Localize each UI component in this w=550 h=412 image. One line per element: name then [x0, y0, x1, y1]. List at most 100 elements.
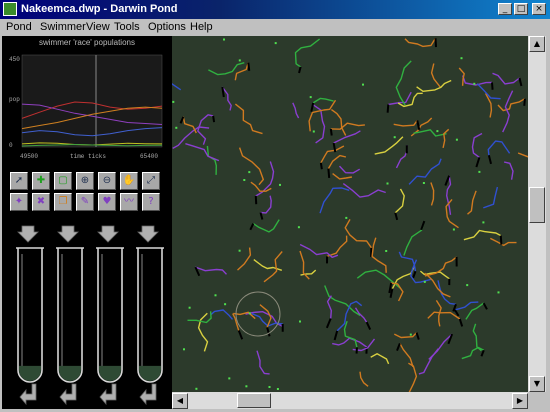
swimmer — [320, 145, 345, 164]
menu-swimmer[interactable]: Swimmer — [40, 21, 86, 33]
fit-view-icon[interactable]: ⤢ — [142, 172, 160, 190]
scroll-down-button[interactable]: ▼ — [529, 376, 545, 392]
swimmer-head — [412, 270, 417, 279]
kill-icon[interactable]: ✖ — [32, 193, 50, 211]
swimmer-head — [396, 343, 401, 351]
food-speck — [466, 284, 469, 287]
mate-icon[interactable]: ♥ — [98, 193, 116, 211]
help-icon[interactable]: ? — [142, 193, 160, 211]
add-swimmer-icon[interactable]: ✚ — [32, 172, 50, 190]
swimmer-head — [329, 128, 333, 136]
swimmer — [327, 154, 347, 169]
swimmer — [299, 243, 339, 258]
feed-icon[interactable]: ✦ — [10, 193, 28, 211]
swimmer — [197, 312, 209, 352]
vertical-scroll-thumb[interactable] — [529, 187, 545, 224]
food-speck — [299, 320, 301, 323]
menu-options[interactable]: Options — [148, 21, 186, 33]
swimmer — [182, 116, 197, 134]
select-box-icon[interactable]: ▢ — [54, 172, 72, 190]
swimmer-head — [319, 162, 323, 170]
swimmer-head — [333, 330, 339, 341]
tail-icon[interactable]: 〰 — [120, 193, 138, 211]
swimmer — [483, 186, 499, 209]
food-speck — [460, 57, 463, 60]
maximize-button[interactable]: □ — [514, 3, 528, 15]
swimmer — [260, 195, 272, 214]
food-speck — [238, 59, 241, 62]
copy-icon[interactable]: ❐ — [54, 193, 72, 211]
swimmer — [442, 128, 450, 149]
scroll-left-button[interactable]: ◀ — [172, 393, 188, 409]
swimmer — [395, 60, 412, 106]
swimmer-head — [327, 168, 331, 179]
pond-canvas[interactable] — [172, 36, 528, 392]
menu-tools[interactable]: Tools — [114, 21, 140, 33]
food-speck — [478, 170, 481, 173]
graph-y-tick-top: 450 — [9, 56, 20, 63]
swimmer — [330, 109, 347, 136]
food-speck — [452, 228, 455, 231]
swimmer — [467, 190, 477, 215]
tube-funnel-icon — [57, 225, 79, 243]
horizontal-scroll-thumb[interactable] — [237, 393, 272, 408]
food-speck — [274, 42, 277, 45]
tube-glass — [56, 247, 84, 383]
horizontal-scrollbar[interactable]: ◀ ▶ — [172, 392, 528, 409]
tube-funnel-icon — [137, 225, 159, 243]
vertical-scrollbar[interactable]: ▲ ▼ — [528, 36, 546, 392]
swimmer — [419, 270, 450, 280]
food-speck — [223, 38, 225, 41]
title-bar: Nakeemca.dwp - Darwin Pond _ □ × — [0, 0, 550, 19]
menu-help[interactable]: Help — [190, 21, 213, 33]
food-speck — [473, 82, 476, 85]
edit-genes-icon[interactable]: ✎ — [76, 193, 94, 211]
swimmer — [195, 266, 228, 275]
swimmer — [492, 72, 520, 85]
swimmer — [338, 165, 361, 174]
food-speck — [423, 280, 426, 283]
graph-y-tick-bottom: 0 — [9, 142, 13, 149]
swimmer — [497, 98, 526, 112]
swimmer — [371, 237, 387, 273]
swimmer-head — [490, 82, 494, 90]
scroll-right-button[interactable]: ▶ — [512, 393, 528, 409]
close-button[interactable]: × — [532, 3, 546, 15]
swimmer-head — [518, 77, 523, 87]
app-icon[interactable] — [3, 2, 17, 16]
window-title: Nakeemca.dwp - Darwin Pond — [21, 3, 178, 15]
swimmer-head — [310, 102, 315, 112]
food-speck — [409, 333, 412, 336]
arrow-pointer-icon[interactable]: ➚ — [10, 172, 28, 190]
swimmer — [197, 114, 214, 145]
minimize-button[interactable]: _ — [498, 3, 512, 15]
swimmer — [330, 122, 365, 130]
swimmer-head — [237, 330, 244, 340]
swimmer — [332, 173, 353, 180]
pond-view[interactable] — [172, 36, 528, 392]
swimmer — [172, 83, 182, 91]
swimmer — [187, 311, 212, 324]
swimmer — [252, 219, 280, 233]
scroll-up-button[interactable]: ▲ — [529, 36, 545, 52]
swimmer — [343, 320, 358, 348]
control-panel: swimmer 'race' populations 450 pop 0 495… — [2, 36, 172, 409]
swimmer — [344, 219, 372, 249]
food-speck — [188, 306, 191, 309]
swimmer — [394, 188, 405, 214]
swimmer — [404, 37, 437, 48]
swimmer-head — [298, 66, 302, 74]
swimmer-head — [499, 235, 503, 245]
food-speck — [183, 348, 185, 351]
graph-y-axis-label: pop — [9, 96, 20, 103]
food-speck — [436, 130, 439, 133]
gene-tube-2 — [56, 225, 84, 406]
graph-x-label: time ticks — [70, 153, 106, 160]
swimmer — [370, 353, 390, 365]
zoom-in-icon[interactable]: ⊕ — [76, 172, 94, 190]
menu-view[interactable]: View — [86, 21, 110, 33]
hand-icon[interactable]: ✋ — [120, 172, 138, 190]
swimmer — [416, 79, 452, 92]
zoom-out-icon[interactable]: ⊖ — [98, 172, 116, 190]
menu-pond[interactable]: Pond — [6, 21, 32, 33]
